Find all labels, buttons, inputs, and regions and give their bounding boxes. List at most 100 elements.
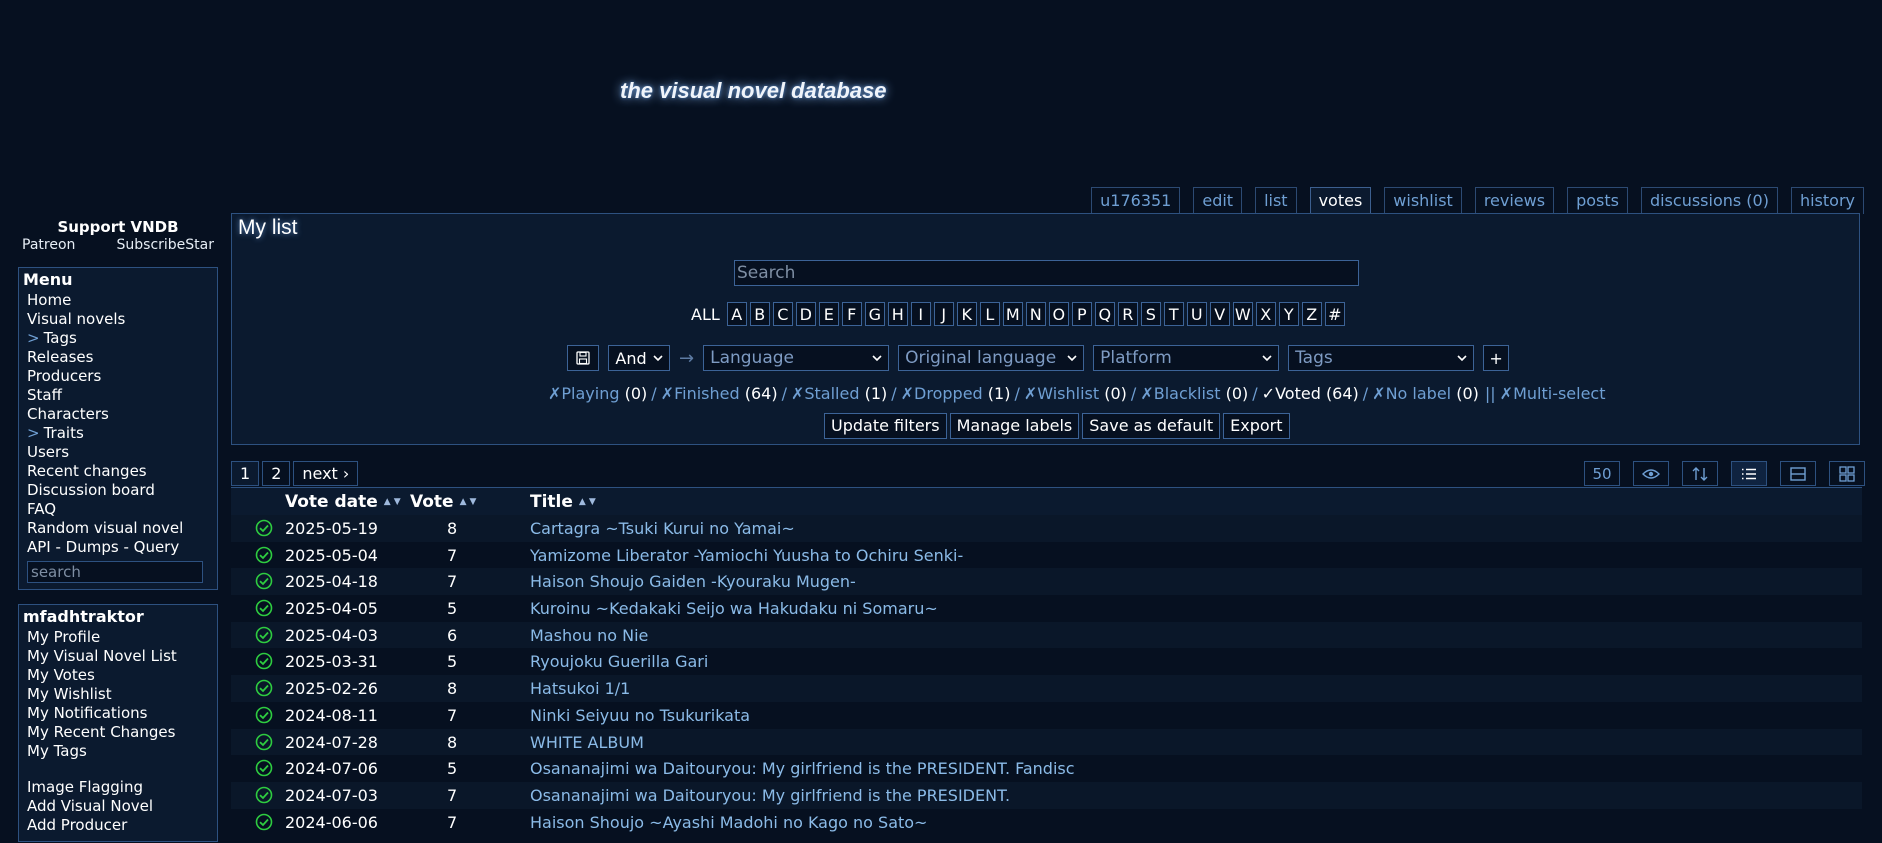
check-circle-icon[interactable] bbox=[255, 599, 273, 617]
label-filter[interactable]: ✗Wishlist (0) bbox=[1024, 384, 1127, 403]
alpha-letter[interactable]: I bbox=[910, 302, 931, 326]
alpha-letter[interactable]: M bbox=[1002, 302, 1023, 326]
check-circle-icon[interactable] bbox=[255, 786, 273, 804]
alpha-letter[interactable]: S bbox=[1140, 302, 1161, 326]
sort-arrows-icon[interactable]: ▲▼ bbox=[384, 497, 404, 507]
multi-select-toggle[interactable]: ✗Multi-select bbox=[1500, 384, 1606, 403]
site-title[interactable]: the visual novel database bbox=[620, 78, 887, 104]
vn-title-link[interactable]: Cartagra ~Tsuki Kurui no Yamai~ bbox=[530, 519, 795, 538]
label-filter[interactable]: ✗Dropped (1) bbox=[901, 384, 1011, 403]
alpha-letter[interactable]: C bbox=[772, 302, 793, 326]
vn-title-link[interactable]: Osananajimi wa Daitouryou: My girlfriend… bbox=[530, 759, 1075, 778]
usermenu-item-recent-changes[interactable]: My Recent Changes bbox=[27, 723, 209, 742]
usermenu-item-votes[interactable]: My Votes bbox=[27, 666, 209, 685]
alpha-letter[interactable]: N bbox=[1025, 302, 1046, 326]
platform-select[interactable]: Platform bbox=[1093, 345, 1280, 371]
check-circle-icon[interactable] bbox=[255, 706, 273, 724]
alpha-letter[interactable]: T bbox=[1163, 302, 1184, 326]
alpha-letter[interactable]: F bbox=[841, 302, 862, 326]
tab-discussions[interactable]: discussions (0) bbox=[1640, 187, 1778, 214]
vn-title-link[interactable]: Mashou no Nie bbox=[530, 626, 648, 645]
vote-value[interactable]: 5 bbox=[447, 599, 457, 618]
vote-value[interactable]: 7 bbox=[447, 706, 457, 725]
vote-value[interactable]: 7 bbox=[447, 546, 457, 565]
vote-value[interactable]: 8 bbox=[447, 679, 457, 698]
check-circle-icon[interactable] bbox=[255, 759, 273, 777]
patreon-link[interactable]: Patreon bbox=[22, 237, 75, 253]
vn-title-link[interactable]: Ninki Seiyuu no Tsukurikata bbox=[530, 706, 750, 725]
page-1[interactable]: 1 bbox=[231, 461, 260, 486]
alpha-letter[interactable]: Y bbox=[1278, 302, 1299, 326]
tab-votes[interactable]: votes bbox=[1309, 187, 1372, 214]
vn-title-link[interactable]: WHITE ALBUM bbox=[530, 733, 644, 752]
tags-select[interactable]: Tags bbox=[1288, 345, 1475, 371]
vn-title-link[interactable]: Osananajimi wa Daitouryou: My girlfriend… bbox=[530, 786, 1010, 805]
sort-arrows-icon[interactable]: ▲▼ bbox=[579, 497, 599, 507]
alpha-letter[interactable]: O bbox=[1048, 302, 1069, 326]
alpha-letter[interactable]: K bbox=[956, 302, 977, 326]
label-filter[interactable]: ✗Finished (64) bbox=[661, 384, 778, 403]
label-filter[interactable]: ✗Blacklist (0) bbox=[1140, 384, 1248, 403]
alpha-letter[interactable]: X bbox=[1255, 302, 1276, 326]
usermenu-item-image-flagging[interactable]: Image Flagging bbox=[27, 778, 209, 797]
check-circle-icon[interactable] bbox=[255, 679, 273, 697]
language-select[interactable]: Language bbox=[703, 345, 890, 371]
menu-item-faq[interactable]: FAQ bbox=[27, 500, 209, 519]
menu-item-recent-changes[interactable]: Recent changes bbox=[27, 462, 209, 481]
vn-title-link[interactable]: Haison Shoujo Gaiden -Kyouraku Mugen- bbox=[530, 572, 856, 591]
vote-value[interactable]: 5 bbox=[447, 652, 457, 671]
check-circle-icon[interactable] bbox=[255, 652, 273, 670]
add-filter-button[interactable]: + bbox=[1483, 345, 1510, 371]
tab-history[interactable]: history bbox=[1790, 187, 1864, 214]
and-select[interactable]: And bbox=[608, 345, 670, 371]
alpha-letter[interactable]: A bbox=[726, 302, 747, 326]
menu-item-visual-novels[interactable]: Visual novels bbox=[27, 310, 209, 329]
label-filter[interactable]: ✓Voted (64) bbox=[1262, 384, 1359, 403]
alpha-letter[interactable]: G bbox=[864, 302, 885, 326]
search-input[interactable] bbox=[734, 260, 1359, 286]
vn-title-link[interactable]: Ryoujoku Guerilla Gari bbox=[530, 652, 708, 671]
tab-edit[interactable]: edit bbox=[1193, 187, 1243, 214]
tab-reviews[interactable]: reviews bbox=[1474, 187, 1555, 214]
tab-list[interactable]: list bbox=[1255, 187, 1297, 214]
menu-item-releases[interactable]: Releases bbox=[27, 348, 209, 367]
vote-value[interactable]: 7 bbox=[447, 813, 457, 832]
original-language-select[interactable]: Original language bbox=[898, 345, 1085, 371]
tab-wishlist[interactable]: wishlist bbox=[1384, 187, 1462, 214]
check-circle-icon[interactable] bbox=[255, 733, 273, 751]
usermenu-item-tags[interactable]: My Tags bbox=[27, 742, 209, 761]
per-page-button[interactable]: 50 bbox=[1584, 461, 1620, 486]
alpha-letter[interactable]: D bbox=[795, 302, 816, 326]
usermenu-item-add-vn[interactable]: Add Visual Novel bbox=[27, 797, 209, 816]
update-filters-button[interactable]: Update filters bbox=[824, 413, 947, 439]
alpha-letter[interactable]: P bbox=[1071, 302, 1092, 326]
tab-user[interactable]: u176351 bbox=[1091, 187, 1181, 214]
sort-arrows-icon[interactable]: ▲▼ bbox=[460, 497, 480, 507]
sidebar-search-input[interactable] bbox=[27, 561, 203, 583]
alpha-letter[interactable]: E bbox=[818, 302, 839, 326]
alpha-letter[interactable]: B bbox=[749, 302, 770, 326]
sort-button[interactable] bbox=[1682, 461, 1718, 486]
list-view-button[interactable] bbox=[1731, 461, 1767, 486]
save-filter-button[interactable] bbox=[567, 345, 599, 371]
tab-posts[interactable]: posts bbox=[1567, 187, 1628, 214]
alpha-letter[interactable]: H bbox=[887, 302, 908, 326]
menu-item-random-vn[interactable]: Random visual novel bbox=[27, 519, 209, 538]
expand-icon[interactable]: > bbox=[27, 424, 40, 442]
vote-value[interactable]: 5 bbox=[447, 759, 457, 778]
menu-item-home[interactable]: Home bbox=[27, 291, 209, 310]
alpha-letter[interactable]: # bbox=[1324, 302, 1345, 326]
usermenu-item-notifications[interactable]: My Notifications bbox=[27, 704, 209, 723]
menu-item-tags[interactable]: > Tags bbox=[27, 329, 209, 348]
alpha-letter[interactable]: W bbox=[1232, 302, 1253, 326]
vote-value[interactable]: 6 bbox=[447, 626, 457, 645]
check-circle-icon[interactable] bbox=[255, 572, 273, 590]
vote-value[interactable]: 7 bbox=[447, 572, 457, 591]
vote-value[interactable]: 7 bbox=[447, 786, 457, 805]
next-page-link[interactable]: next › bbox=[293, 461, 359, 486]
alpha-letter[interactable]: R bbox=[1117, 302, 1138, 326]
save-default-button[interactable]: Save as default bbox=[1082, 413, 1221, 439]
user-menu-title[interactable]: mfadhtraktor bbox=[23, 607, 209, 626]
alpha-letter[interactable]: L bbox=[979, 302, 1000, 326]
label-filter[interactable]: ✗No label (0) bbox=[1372, 384, 1479, 403]
